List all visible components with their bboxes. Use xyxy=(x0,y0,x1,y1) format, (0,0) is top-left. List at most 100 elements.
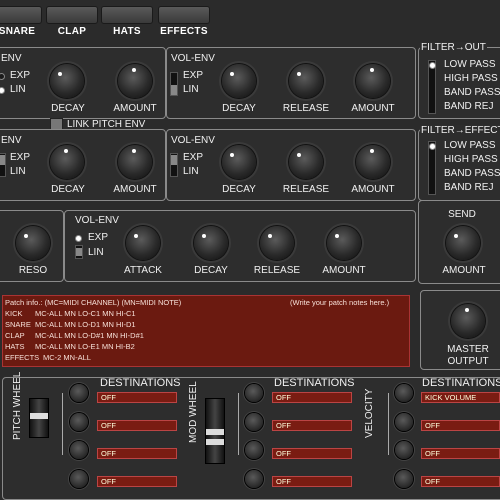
vol-release-knob-1[interactable] xyxy=(289,64,323,98)
patch-line-name: HATS xyxy=(5,342,25,351)
lin-label-1: LIN xyxy=(10,84,26,95)
vol-release-label-2: RELEASE xyxy=(282,184,330,195)
release-knob-3[interactable] xyxy=(260,226,294,260)
pitch-dest-slot-2[interactable]: OFF xyxy=(97,420,177,431)
vol-amount-label-2: AMOUNT xyxy=(351,184,395,195)
tab-effects-label: EFFECTS xyxy=(160,26,208,37)
vol-env-title-1: VOL-ENV xyxy=(170,53,216,64)
vol-env-switch-3[interactable] xyxy=(75,245,83,259)
pitch-wheel-control[interactable] xyxy=(29,398,49,438)
pitch-env-title-1: ENV xyxy=(0,53,23,64)
pitch-dest-knob-4[interactable] xyxy=(70,470,88,488)
mod-dest-knob-1[interactable] xyxy=(245,384,263,402)
mod-dest-slot-4[interactable]: OFF xyxy=(272,476,352,487)
velocity-dest-slot-3[interactable]: OFF xyxy=(421,448,500,459)
vol-lin-label-1: LIN xyxy=(183,84,199,95)
patch-line-text: MC-ALL MN LO-C1 MN HI-C1 xyxy=(35,309,136,318)
vol-release-knob-2[interactable] xyxy=(289,145,323,179)
tab-snare-button[interactable] xyxy=(0,6,42,24)
vol-decay-knob-1[interactable] xyxy=(222,64,256,98)
filter-effect-low-radio[interactable] xyxy=(429,143,436,150)
pitch-dest-slot-1[interactable]: OFF xyxy=(97,392,177,403)
send-amount-label: AMOUNT xyxy=(442,265,486,276)
decay-knob-3[interactable] xyxy=(194,226,228,260)
patch-line-name: CLAP xyxy=(5,331,25,340)
velocity-dest-knob-3[interactable] xyxy=(395,441,413,459)
patch-info-note: (Write your patch notes here.) xyxy=(290,298,390,307)
vol-env-title-2: VOL-ENV xyxy=(170,135,216,146)
pitch-dest-knob-3[interactable] xyxy=(70,441,88,459)
vol-exp-label-3: EXP xyxy=(88,232,109,243)
tab-clap-button[interactable] xyxy=(46,6,98,24)
attack-knob-3[interactable] xyxy=(126,226,160,260)
vol-lin-label-2: LIN xyxy=(183,166,199,177)
patch-line-text: MC-ALL MN LO-D1 MN HI-D1 xyxy=(35,320,136,329)
mod-dest-knob-2[interactable] xyxy=(245,413,263,431)
mod-dest-slot-3[interactable]: OFF xyxy=(272,448,352,459)
tab-snare-label: SNARE xyxy=(0,26,36,37)
master-output-knob[interactable] xyxy=(451,304,485,338)
mod-wheel-bracket xyxy=(238,393,239,455)
vol-decay-knob-2[interactable] xyxy=(222,145,256,179)
pitch-dest-slot-3[interactable]: OFF xyxy=(97,448,177,459)
velocity-dest-knob-2[interactable] xyxy=(395,413,413,431)
amount-knob-3[interactable] xyxy=(327,226,361,260)
patch-info-area[interactable]: Patch info.: (MC=MIDI CHANNEL) (MN=MIDI … xyxy=(2,295,410,367)
vol-exp-radio-3[interactable] xyxy=(75,235,82,242)
pitch-decay-knob-2[interactable] xyxy=(50,145,84,179)
vol-amount-knob-2[interactable] xyxy=(356,145,390,179)
exp-label-1: EXP xyxy=(10,70,31,81)
vol-amount-knob-1[interactable] xyxy=(356,64,390,98)
filter-out-band-label: BAND PASS xyxy=(444,87,500,98)
exp-label-2: EXP xyxy=(10,152,31,163)
vol-decay-label-1: DECAY xyxy=(222,103,256,114)
filter-out-low-label: LOW PASS xyxy=(444,59,496,70)
velocity-dest-slot-2[interactable]: OFF xyxy=(421,420,500,431)
release-label-3: RELEASE xyxy=(253,265,301,276)
velocity-dest-slot-1[interactable]: KICK VOLUME xyxy=(421,392,500,403)
pitch-dest-knob-1[interactable] xyxy=(70,384,88,402)
mod-dest-knob-3[interactable] xyxy=(245,441,263,459)
mod-wheel-dest-title: DESTINATIONS xyxy=(274,377,355,389)
filter-out-high-label: HIGH PASS xyxy=(444,73,498,84)
patch-line-text: MC-ALL MN LO-D#1 MN HI-D#1 xyxy=(35,331,144,340)
pitch-decay-label-1: DECAY xyxy=(51,103,85,114)
velocity-dest-knob-4[interactable] xyxy=(395,470,413,488)
pitch-dest-slot-4[interactable]: OFF xyxy=(97,476,177,487)
velocity-bracket xyxy=(388,393,389,455)
tab-hats-label: HATS xyxy=(113,26,141,37)
send-amount-knob[interactable] xyxy=(446,226,480,260)
velocity-label: VELOCITY xyxy=(364,388,375,438)
vol-env-switch-1[interactable] xyxy=(170,72,178,96)
lin-label-2: LIN xyxy=(10,166,26,177)
vol-env-switch-2[interactable] xyxy=(170,153,178,177)
pitch-amount-knob-1[interactable] xyxy=(118,64,152,98)
vol-amount-label-1: AMOUNT xyxy=(351,103,395,114)
pitch-amount-label-2: AMOUNT xyxy=(113,184,157,195)
pitch-amount-knob-2[interactable] xyxy=(118,145,152,179)
send-title: SEND xyxy=(448,209,476,220)
velocity-dest-knob-1[interactable] xyxy=(395,384,413,402)
reso-knob[interactable] xyxy=(16,226,50,260)
vol-exp-label-1: EXP xyxy=(183,70,204,81)
amount-label-3: AMOUNT xyxy=(322,265,366,276)
filter-effect-low-label: LOW PASS xyxy=(444,140,496,151)
patch-info-header: Patch info.: (MC=MIDI CHANNEL) (MN=MIDI … xyxy=(5,298,182,307)
filter-out-title: FILTER→OUT xyxy=(420,42,487,53)
mod-dest-slot-1[interactable]: OFF xyxy=(272,392,352,403)
velocity-dest-slot-4[interactable]: OFF xyxy=(421,476,500,487)
filter-out-low-radio[interactable] xyxy=(429,62,436,69)
tab-effects-button[interactable] xyxy=(158,6,210,24)
pitch-env-switch-2[interactable] xyxy=(0,153,6,177)
mod-dest-slot-2[interactable]: OFF xyxy=(272,420,352,431)
pitch-amount-label-1: AMOUNT xyxy=(113,103,157,114)
pitch-dest-knob-2[interactable] xyxy=(70,413,88,431)
filter-effect-rej-label: BAND REJ xyxy=(444,182,494,193)
pitch-env-title-2: ENV xyxy=(0,135,23,146)
mod-dest-knob-4[interactable] xyxy=(245,470,263,488)
pitch-decay-knob-1[interactable] xyxy=(50,64,84,98)
filter-out-rej-label: BAND REJ xyxy=(444,101,494,112)
mod-wheel-control[interactable] xyxy=(205,398,225,464)
tab-hats-button[interactable] xyxy=(101,6,153,24)
vol-lin-label-3: LIN xyxy=(88,247,104,258)
